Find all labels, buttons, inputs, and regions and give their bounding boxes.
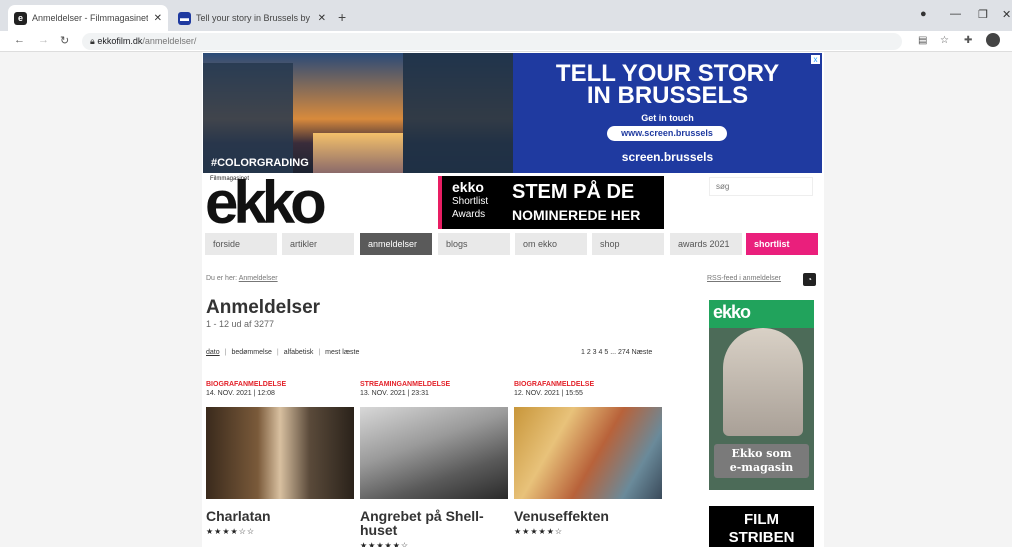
breadcrumb: Du er her: Anmeldelser (206, 275, 278, 282)
banner-tag: #COLORGRADING (211, 157, 309, 169)
tab-title: Anmeldelser - Filmmagasinet Ek (32, 13, 148, 23)
ad-line: Awards (452, 209, 486, 220)
banner-ad[interactable]: TELL YOUR STORY IN BRUSSELS Get in touch… (513, 53, 822, 173)
result-count: 1 - 12 ud af 3277 (206, 319, 275, 329)
pagination[interactable]: 1 2 3 4 5 ... 274 Næste (581, 349, 652, 356)
tab-bar: e Anmeldelser - Filmmagasinet Ek ✕ ▬ Tel… (0, 0, 1012, 31)
ad-brand: ekko (452, 179, 484, 195)
nav-item-blogs[interactable]: blogs (438, 233, 510, 255)
nav-item-shortlist[interactable]: shortlist (746, 233, 818, 255)
nav-item-shop[interactable]: shop (592, 233, 664, 255)
extensions-icon[interactable]: ✚ (964, 35, 972, 46)
address-path: /anmeldelser/ (142, 36, 197, 46)
banner-brand: screen.brussels (621, 150, 714, 164)
nav-item-om-ekko[interactable]: om ekko (515, 233, 587, 255)
nav-item-awards[interactable]: awards 2021 (670, 233, 742, 255)
nav-item-artikler[interactable]: artikler (282, 233, 354, 255)
breadcrumb-link[interactable]: Anmeldelser (239, 275, 278, 282)
card-image[interactable] (206, 407, 354, 499)
card-title[interactable]: Venuseffekten (514, 509, 662, 523)
film-ad[interactable]: FILM STRIBEN (709, 506, 814, 547)
banner-road (313, 133, 403, 173)
review-card[interactable]: BIOGRAFANMELDELSE 12. NOV. 2021 | 15:55 … (514, 381, 662, 536)
card-date: 12. NOV. 2021 | 15:55 (514, 390, 583, 397)
tab-title: Tell your story in Brussels by scr (196, 13, 312, 23)
nav-item-anmeldelser[interactable]: anmeldelser (360, 233, 432, 255)
card-rating: ★★★★★☆ (514, 527, 564, 536)
card-date: 13. NOV. 2021 | 23:31 (360, 390, 429, 397)
card-label: STREAMINGANMELDELSE (360, 381, 451, 388)
translate-icon[interactable]: ▤ (918, 35, 927, 46)
forward-icon[interactable]: → (38, 34, 49, 46)
card-rating: ★★★★★☆ (360, 541, 410, 547)
card-date: 14. NOV. 2021 | 12:08 (206, 390, 275, 397)
bookmark-star-icon[interactable]: ☆ (940, 35, 949, 46)
banner-url[interactable]: www.screen.brussels (607, 126, 727, 141)
card-image[interactable] (360, 407, 508, 499)
nav-item-forside[interactable]: forside (205, 233, 277, 255)
card-label: BIOGRAFANMELDELSE (514, 381, 595, 388)
profile-icon[interactable]: ● (920, 8, 927, 20)
shortlist-ad[interactable]: ekko Shortlist Awards STEM PÅ DE NOMINER… (438, 176, 664, 229)
back-icon[interactable]: ← (14, 34, 25, 46)
page-title: Anmeldelser (206, 297, 321, 318)
avatar[interactable] (986, 33, 1000, 47)
sort-date[interactable]: dato (206, 349, 220, 356)
close-icon[interactable]: ✕ (154, 13, 162, 24)
ad-line: Shortlist (452, 196, 489, 207)
review-card[interactable]: STREAMINGANMELDELSE 13. NOV. 2021 | 23:3… (360, 381, 508, 547)
magazine-cover-image (723, 328, 803, 436)
ad-cta: STEM PÅ DE (512, 181, 635, 203)
sort-rating[interactable]: bedømmelse (231, 349, 271, 356)
ekko-favicon-icon: e (14, 11, 27, 25)
close-window-icon[interactable]: ✕ (1002, 8, 1011, 21)
reload-icon[interactable]: ↻ (60, 34, 69, 47)
magazine-logo: ekko (713, 302, 751, 322)
e-magazine-button[interactable]: Ekko som e-magasin (714, 444, 809, 478)
ekko-logo[interactable]: ekko (205, 173, 327, 233)
card-label: BIOGRAFANMELDELSE (206, 381, 287, 388)
card-title[interactable]: Angrebet på Shell-huset (360, 509, 508, 537)
tab-ekko[interactable]: e Anmeldelser - Filmmagasinet Ek ✕ (8, 5, 168, 31)
magazine-promo[interactable]: ekko Ekko som e-magasin (709, 300, 814, 490)
sort-most-read[interactable]: mest læste (325, 349, 359, 356)
address-host: ekkofilm.dk (97, 36, 143, 46)
banner-sub: Get in touch (641, 113, 694, 123)
banner-headline: TELL YOUR STORY IN BRUSSELS (555, 60, 780, 109)
ad-cta: NOMINEREDE HER (512, 207, 641, 223)
tab-brussels[interactable]: ▬ Tell your story in Brussels by scr ✕ (172, 5, 332, 31)
sort-options: dato | bedømmelse | alfabetisk | mest læste (206, 349, 360, 356)
close-icon[interactable]: ✕ (318, 13, 326, 24)
card-image[interactable] (514, 407, 662, 499)
card-rating: ★★★★☆☆ (206, 527, 256, 536)
maximize-icon[interactable]: ❐ (978, 8, 988, 21)
main-nav: forside artikler anmeldelser blogs om ek… (205, 233, 820, 255)
browser-window: e Anmeldelser - Filmmagasinet Ek ✕ ▬ Tel… (0, 0, 1012, 547)
lock-icon: 🔒︎ (90, 36, 95, 46)
browser-toolbar: ← → ↻ 🔒︎ ekkofilm.dk/anmeldelser/ ▤ ☆ ✚ (0, 31, 1012, 52)
banner-image[interactable]: #COLORGRADING (203, 53, 513, 173)
rss-link[interactable]: RSS-feed i anmeldelser (707, 275, 781, 282)
review-card[interactable]: BIOGRAFANMELDELSE 14. NOV. 2021 | 12:08 … (206, 381, 354, 536)
new-tab-button[interactable]: + (338, 9, 346, 25)
address-bar[interactable]: 🔒︎ ekkofilm.dk/anmeldelser/ (82, 33, 902, 50)
sort-alphabetic[interactable]: alfabetisk (284, 349, 314, 356)
banner-building (403, 53, 513, 173)
rss-icon[interactable]: ◔ (803, 273, 816, 286)
ad-accent-strip (438, 176, 442, 229)
brussels-favicon-icon: ▬ (178, 11, 191, 25)
card-title[interactable]: Charlatan (206, 509, 354, 523)
ad-close-icon[interactable]: x (811, 55, 820, 64)
minimize-icon[interactable]: — (950, 8, 961, 20)
search-input[interactable] (709, 177, 813, 196)
